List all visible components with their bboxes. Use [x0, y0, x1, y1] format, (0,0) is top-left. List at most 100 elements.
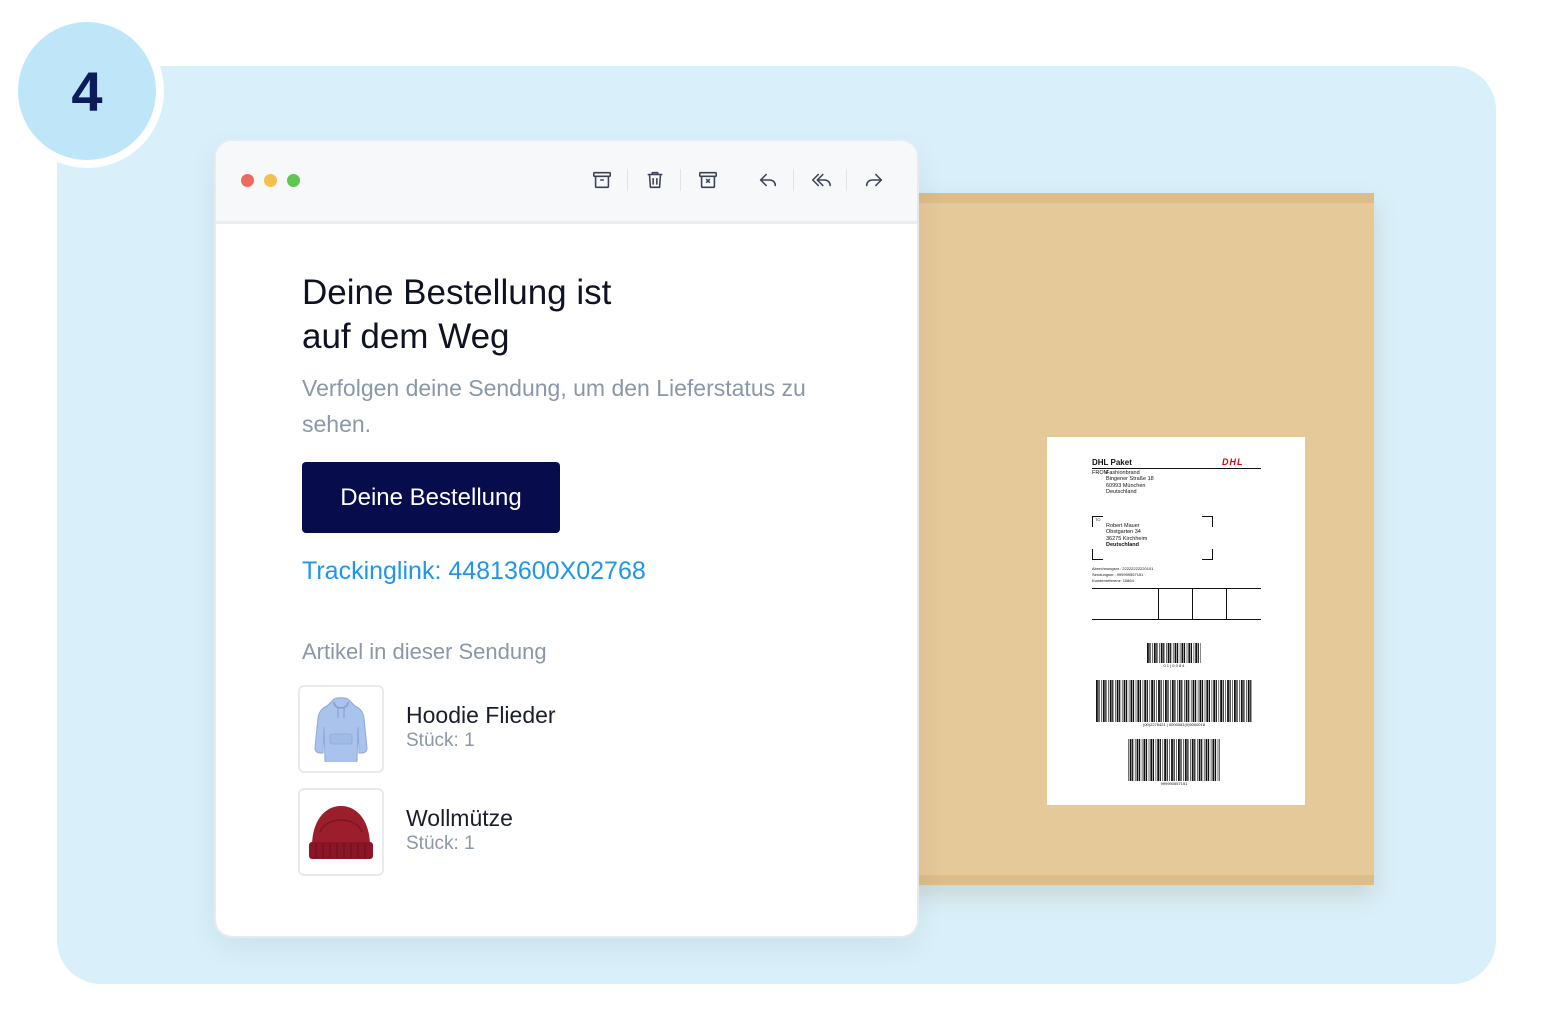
tracking-link[interactable]: Trackinglink: 44813600X02768	[302, 557, 646, 586]
barcode-bar	[1143, 739, 1146, 781]
barcode-bar	[1229, 680, 1231, 722]
barcode-bar	[1171, 739, 1173, 781]
barcode-bar	[1145, 739, 1148, 781]
toolbar-divider	[680, 169, 681, 191]
beanie-image	[298, 788, 384, 876]
barcode-bar	[1147, 643, 1149, 663]
email-subtext: Verfolgen deine Sendung, um den Lieferst…	[302, 375, 806, 437]
barcode-bar	[1135, 680, 1137, 722]
barcode-bar	[1126, 680, 1128, 722]
barcode-bar	[1192, 680, 1195, 722]
barcode-bar	[1132, 739, 1134, 781]
barcode-bar	[1177, 680, 1178, 722]
step-number: 4	[18, 22, 156, 160]
barcode-bar	[1208, 739, 1210, 781]
barcode-bar	[1213, 680, 1216, 722]
spam-icon[interactable]	[695, 167, 721, 193]
dhl-logo: DHL	[1222, 457, 1244, 467]
barcode-bar	[1227, 680, 1229, 722]
barcode-bar	[1195, 643, 1198, 663]
toolbar-divider	[846, 169, 847, 191]
barcode-bar	[1250, 680, 1252, 722]
barcode-bar	[1139, 739, 1141, 781]
barcode-bar	[1214, 739, 1217, 781]
reply-all-icon[interactable]	[808, 167, 834, 193]
archive-icon[interactable]	[589, 167, 615, 193]
barcode-bar	[1112, 680, 1114, 722]
barcode-bar	[1101, 680, 1102, 722]
shipping-label: DHL Paket DHL FROM Fashionbrand Bingener…	[1047, 437, 1305, 805]
barcode-medium: 999990557151	[1128, 739, 1220, 786]
barcode-bar	[1236, 680, 1238, 722]
barcode-bar	[1157, 739, 1160, 781]
barcode-bar	[1134, 739, 1136, 781]
barcode-bar	[1129, 739, 1132, 781]
order-button[interactable]: Deine Bestellung	[302, 462, 560, 533]
barcode-bar	[1136, 739, 1139, 781]
address-corner	[1202, 549, 1213, 560]
barcode-bar	[1217, 739, 1219, 781]
barcode-bar	[1149, 643, 1151, 663]
barcode-bar	[1149, 680, 1151, 722]
item-quantity: Stück: 1	[406, 730, 475, 751]
to-label: TO	[1095, 517, 1101, 522]
barcode-bar	[1243, 680, 1245, 722]
reply-icon[interactable]	[755, 167, 781, 193]
barcode-bar	[1165, 680, 1167, 722]
barcode-bar	[1178, 739, 1180, 781]
barcode-bar	[1142, 680, 1144, 722]
minimize-window-dot[interactable]	[264, 174, 277, 187]
barcode-bar	[1188, 643, 1191, 663]
items-heading: Artikel in dieser Sendung	[302, 639, 547, 664]
close-window-dot[interactable]	[241, 174, 254, 187]
barcode-bar	[1098, 680, 1100, 722]
barcode-bar	[1185, 680, 1188, 722]
barcode-bar	[1190, 643, 1192, 663]
label-title: DHL Paket	[1092, 458, 1132, 467]
barcode-bar	[1190, 739, 1191, 781]
reference-lines: Abrechnungsnr.: 22222222220101 Sendungsn…	[1092, 566, 1154, 583]
barcode-bar	[1225, 680, 1226, 722]
barcode-bar	[1193, 643, 1195, 663]
barcode-bar	[1205, 739, 1208, 781]
barcode-bar	[1163, 680, 1164, 722]
barcode-bar	[1191, 739, 1194, 781]
address-corner	[1202, 516, 1213, 527]
barcode-small: 0 1 | 0 0 8 4	[1147, 643, 1201, 668]
barcode-bar	[1219, 739, 1220, 781]
barcode-bar	[1183, 739, 1184, 781]
maximize-window-dot[interactable]	[287, 174, 300, 187]
barcode-bar	[1204, 680, 1206, 722]
barcode-bar	[1128, 680, 1130, 722]
barcode-bar	[1153, 643, 1156, 663]
barcode-bar	[1181, 680, 1183, 722]
barcode-bar	[1108, 680, 1109, 722]
barcode-bars	[1128, 739, 1220, 781]
barcode-bar	[1215, 680, 1217, 722]
barcode-bar	[1146, 680, 1148, 722]
toolbar-divider	[627, 169, 628, 191]
barcode-bar	[1130, 680, 1133, 722]
forward-icon[interactable]	[861, 167, 887, 193]
barcode-bar	[1156, 680, 1157, 722]
barcode-bar	[1198, 739, 1201, 781]
email-toolbar	[216, 141, 917, 224]
barcode-bar	[1160, 680, 1162, 722]
barcode-bar	[1163, 643, 1165, 663]
barcode-bar	[1240, 680, 1243, 722]
barcode-bar	[1212, 739, 1215, 781]
barcode-bar	[1201, 739, 1203, 781]
barcode-bar	[1158, 680, 1160, 722]
barcode-bar	[1247, 680, 1250, 722]
barcode-bar	[1148, 739, 1150, 781]
barcode-bar	[1173, 739, 1175, 781]
trash-icon[interactable]	[642, 167, 668, 193]
email-window: Deine Bestellung ist auf dem Weg Verfolg…	[216, 141, 917, 936]
barcode-bar	[1197, 643, 1199, 663]
barcode-bar	[1096, 680, 1098, 722]
barcode-bar	[1152, 739, 1154, 781]
email-headline: Deine Bestellung ist auf dem Weg	[302, 273, 612, 356]
barcode-bar	[1121, 680, 1123, 722]
barcode-bar	[1179, 643, 1181, 663]
barcode-bars	[1096, 680, 1252, 722]
